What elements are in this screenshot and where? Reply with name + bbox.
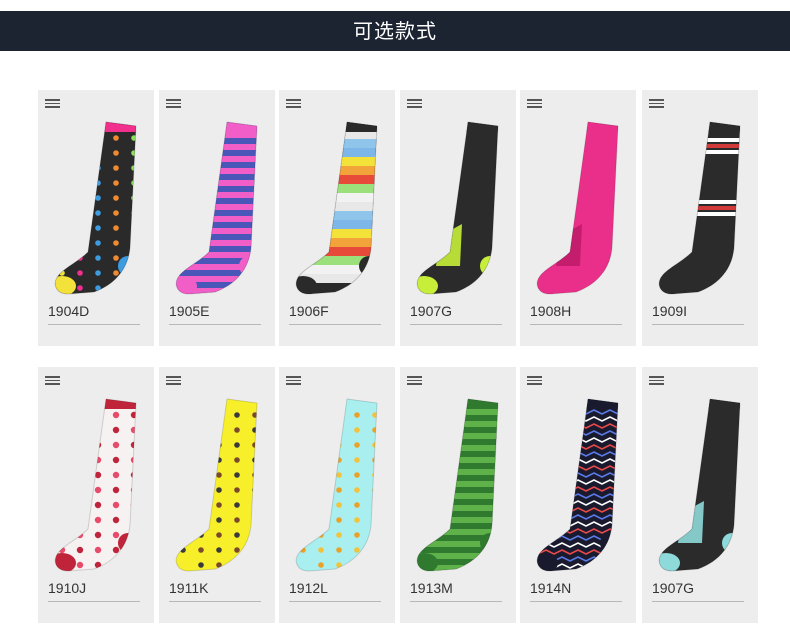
menu-icon[interactable] <box>286 99 301 109</box>
product-card[interactable]: 1911K <box>159 367 275 623</box>
divider <box>169 601 261 602</box>
menu-icon[interactable] <box>407 99 422 109</box>
product-card[interactable]: 1909I <box>642 90 758 346</box>
menu-icon[interactable] <box>166 376 181 386</box>
sock-image <box>175 398 258 572</box>
product-card[interactable]: 1905E <box>159 90 275 346</box>
divider <box>410 324 502 325</box>
menu-icon[interactable] <box>527 376 542 386</box>
product-code: 1906F <box>289 303 329 319</box>
menu-icon[interactable] <box>527 99 542 109</box>
sock-image <box>658 121 741 295</box>
sock-image <box>416 398 499 572</box>
product-code: 1908H <box>530 303 572 319</box>
product-code: 1910J <box>48 580 87 596</box>
menu-icon[interactable] <box>45 376 60 386</box>
divider <box>48 601 140 602</box>
sock-image <box>295 398 378 572</box>
divider <box>289 601 381 602</box>
product-code: 1913M <box>410 580 453 596</box>
divider <box>289 324 381 325</box>
menu-icon[interactable] <box>407 376 422 386</box>
sock-image <box>658 398 741 572</box>
sock-image <box>54 398 137 572</box>
sock-image <box>54 121 137 295</box>
sock-image <box>536 121 619 295</box>
product-card[interactable]: 1904D <box>38 90 154 346</box>
menu-icon[interactable] <box>166 99 181 109</box>
product-card[interactable]: 1907G <box>400 90 516 346</box>
divider <box>530 601 622 602</box>
menu-icon[interactable] <box>286 376 301 386</box>
sock-image <box>175 121 258 295</box>
section-header-bar: 可选款式 <box>0 11 790 51</box>
sock-image <box>536 398 619 572</box>
product-card[interactable]: 1908H <box>520 90 636 346</box>
sock-image <box>295 121 378 295</box>
product-code: 1907G <box>652 580 695 596</box>
divider <box>48 324 140 325</box>
product-code: 1905E <box>169 303 210 319</box>
product-card[interactable]: 1910J <box>38 367 154 623</box>
menu-icon[interactable] <box>649 376 664 386</box>
product-code: 1907G <box>410 303 453 319</box>
product-code: 1912L <box>289 580 328 596</box>
divider <box>530 324 622 325</box>
menu-icon[interactable] <box>45 99 60 109</box>
section-title: 可选款式 <box>353 19 437 43</box>
divider <box>410 601 502 602</box>
product-code: 1904D <box>48 303 90 319</box>
divider <box>652 601 744 602</box>
divider <box>652 324 744 325</box>
product-card[interactable]: 1906F <box>279 90 395 346</box>
sock-image <box>416 121 499 295</box>
product-card[interactable]: 1914N <box>520 367 636 623</box>
product-card[interactable]: 1913M <box>400 367 516 623</box>
divider <box>169 324 261 325</box>
product-code: 1909I <box>652 303 688 319</box>
menu-icon[interactable] <box>649 99 664 109</box>
product-card[interactable]: 1912L <box>279 367 395 623</box>
product-card[interactable]: 1907G <box>642 367 758 623</box>
product-code: 1911K <box>169 580 209 596</box>
product-code: 1914N <box>530 580 572 596</box>
